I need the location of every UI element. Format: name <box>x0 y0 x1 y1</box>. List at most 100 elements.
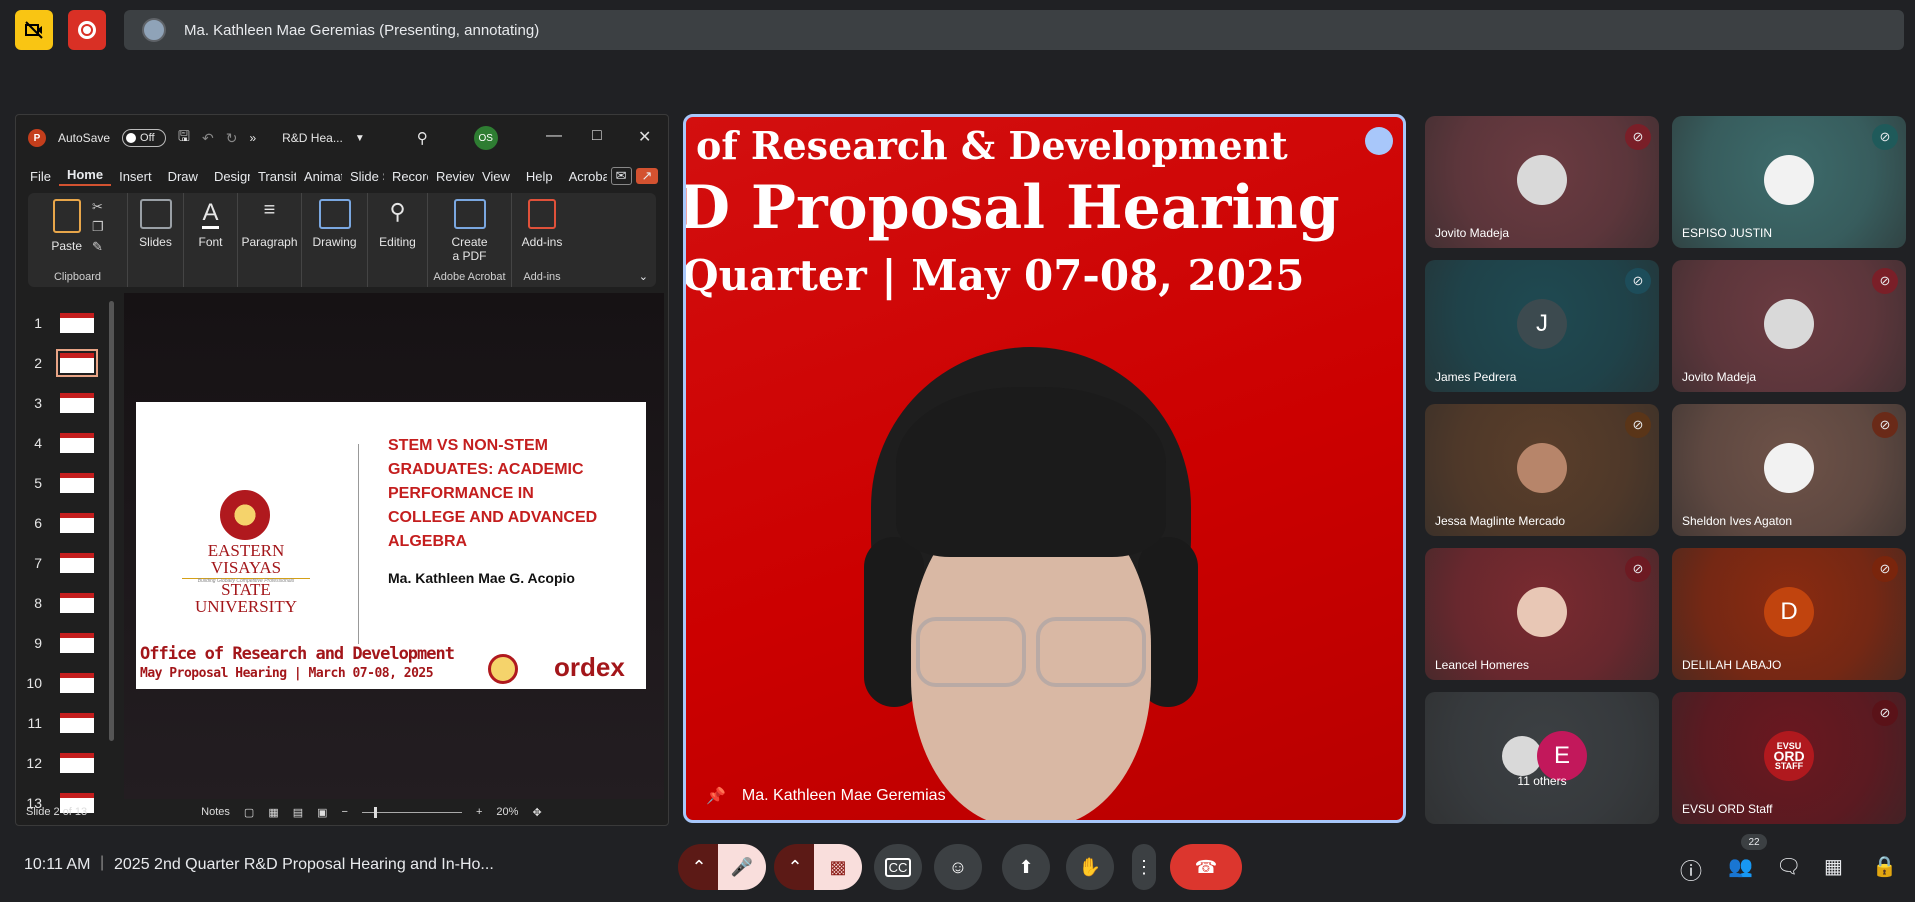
tab-transitions[interactable]: Transitions <box>250 169 296 184</box>
tab-draw[interactable]: Draw <box>160 169 206 184</box>
search-icon[interactable]: ⚲ <box>417 129 428 147</box>
participant-tile[interactable]: ESPISO JUSTIN ⊘ <box>1672 116 1906 248</box>
slide-thumbnail[interactable]: 12 <box>24 753 94 773</box>
info-icon[interactable]: ⓘ <box>1680 854 1702 886</box>
notes-button[interactable]: Notes <box>201 806 230 818</box>
leave-call-button[interactable]: ☎ <box>1170 844 1242 890</box>
tab-design[interactable]: Design <box>206 169 250 184</box>
maximize-icon[interactable]: □ <box>592 127 602 145</box>
participant-tile[interactable]: E 11 others <box>1425 692 1659 824</box>
undo-icon[interactable]: ↶ <box>202 130 214 147</box>
slide-thumbnail[interactable]: 3 <box>24 393 94 413</box>
redo-icon[interactable]: ↻ <box>226 130 238 147</box>
meeting-time: 10:11 AM <box>24 856 91 873</box>
host-controls-icon[interactable]: 🔒 <box>1872 854 1897 879</box>
zoom-slider[interactable] <box>361 806 462 818</box>
fit-slide-icon[interactable]: ✥ <box>532 806 541 819</box>
zoom-level[interactable]: 20% <box>496 806 518 818</box>
tab-animations[interactable]: Animations <box>296 169 342 184</box>
slide-thumbnail[interactable]: 1 <box>24 313 94 333</box>
video-options-button[interactable]: ⌃ <box>774 844 816 890</box>
tab-insert[interactable]: Insert <box>111 169 160 184</box>
slide-thumbnail[interactable]: 7 <box>24 553 94 573</box>
paste-button[interactable]: Paste <box>51 199 82 253</box>
autosave-toggle[interactable]: Off <box>122 129 167 147</box>
participant-tile[interactable]: Jovito Madeja ⊘ <box>1672 260 1906 392</box>
tab-acrobat[interactable]: Acrobat <box>561 169 607 184</box>
ribbon-collapse-icon[interactable]: ⌄ <box>639 270 648 283</box>
more-commands-icon[interactable]: » <box>249 131 256 145</box>
reactions-button[interactable]: ☺ <box>934 844 982 890</box>
mic-toggle-button[interactable]: 🎤 <box>718 844 766 890</box>
slide-thumbnail[interactable]: 11 <box>24 713 94 733</box>
slide-thumbnail[interactable]: 8 <box>24 593 94 613</box>
slide-thumbnail[interactable]: 5 <box>24 473 94 493</box>
presenter-tile[interactable]: of Research & Development D Proposal Hea… <box>683 114 1406 823</box>
presenter-video <box>786 347 1276 820</box>
more-options-button[interactable]: ⋮ <box>1132 844 1156 890</box>
save-icon[interactable]: 🖫 <box>178 126 190 150</box>
share-button[interactable]: ↗ <box>635 168 659 184</box>
create-pdf-button[interactable]: Create a PDF Adobe Acrobat <box>428 193 512 287</box>
presenting-banner[interactable]: Ma. Kathleen Mae Geremias (Presenting, a… <box>124 10 1904 50</box>
normal-view-icon[interactable]: ▢ <box>244 806 254 819</box>
cut-icon[interactable]: ✂ <box>92 199 104 215</box>
participant-tile[interactable]: EVSU ORD STAFF EVSU ORD Staff ⊘ <box>1672 692 1906 824</box>
camera-toggle-button[interactable]: ▩ <box>814 844 862 890</box>
slides-button[interactable]: Slides <box>128 193 184 287</box>
meeting-title: 2025 2nd Quarter R&D Proposal Hearing an… <box>114 856 494 873</box>
slide-thumbnail[interactable]: 9 <box>24 633 94 653</box>
slide-thumbnail[interactable]: 10 <box>24 673 94 693</box>
slide-sorter-icon[interactable]: ▦ <box>268 806 278 819</box>
chevron-down-icon[interactable]: ▼ <box>355 133 365 144</box>
slide-thumbnail-image <box>60 753 94 773</box>
drawing-button[interactable]: Drawing <box>302 193 368 287</box>
minimize-icon[interactable]: — <box>546 127 562 145</box>
slide-thumbnail[interactable]: 2 <box>24 349 98 377</box>
tab-review[interactable]: Review <box>428 169 474 184</box>
current-slide[interactable]: EASTERN VISAYAS STATE UNIVERSITY Buildin… <box>136 402 646 689</box>
participant-tile[interactable]: Jessa Maglinte Mercado ⊘ <box>1425 404 1659 536</box>
zoom-in-icon[interactable]: + <box>476 806 482 818</box>
slide-number: 7 <box>34 555 42 571</box>
slide-thumbnail[interactable]: 6 <box>24 513 94 533</box>
paragraph-icon: ≡ <box>263 199 276 221</box>
participant-tile[interactable]: Leancel Homeres ⊘ <box>1425 548 1659 680</box>
pin-icon[interactable]: 📌 <box>706 786 726 806</box>
font-button[interactable]: A Font <box>184 193 238 287</box>
tab-file[interactable]: File <box>22 169 59 184</box>
tab-record[interactable]: Record <box>384 169 428 184</box>
reading-view-icon[interactable]: ▤ <box>293 806 303 819</box>
copy-icon[interactable]: ❐ <box>92 219 104 235</box>
close-icon[interactable]: ✕ <box>638 127 651 147</box>
zoom-out-icon[interactable]: − <box>342 806 348 818</box>
addins-button[interactable]: Add-ins Add-ins <box>512 193 572 287</box>
people-icon[interactable]: 👥 <box>1728 854 1753 879</box>
participant-tile[interactable]: D DELILAH LABAJO ⊘ <box>1672 548 1906 680</box>
activities-icon[interactable]: ▦ <box>1824 854 1843 879</box>
participant-tile[interactable]: Jovito Madeja ⊘ <box>1425 116 1659 248</box>
slide-thumbnails: 1 2 3 4 5 6 7 8 9 10 11 12 13 <box>16 293 121 813</box>
captions-button[interactable]: CC <box>874 844 922 890</box>
participant-tile[interactable]: Sheldon Ives Agaton ⊘ <box>1672 404 1906 536</box>
raise-hand-button[interactable]: ✋ <box>1066 844 1114 890</box>
slideshow-view-icon[interactable]: ▣ <box>317 806 327 819</box>
user-avatar[interactable]: OS <box>473 126 498 150</box>
slide-thumbnail-image <box>56 349 98 377</box>
format-painter-icon[interactable]: ✎ <box>92 239 104 255</box>
tab-view[interactable]: View <box>474 169 518 184</box>
chat-icon[interactable]: 🗨 <box>1776 854 1801 879</box>
slide-number: 10 <box>26 675 42 691</box>
slide-thumbnail[interactable]: 4 <box>24 433 94 453</box>
tab-slideshow[interactable]: Slide Show <box>342 169 384 184</box>
thumbnail-scrollbar[interactable] <box>109 301 114 741</box>
tab-home[interactable]: Home <box>58 167 112 186</box>
tab-help[interactable]: Help <box>518 169 561 184</box>
comments-icon[interactable]: ✉ <box>610 167 632 185</box>
document-name[interactable]: R&D Hea... <box>282 131 343 145</box>
audio-options-button[interactable]: ⌃ <box>678 844 720 890</box>
present-button[interactable]: ⬆ <box>1002 844 1050 890</box>
participant-tile[interactable]: J James Pedrera ⊘ <box>1425 260 1659 392</box>
paragraph-button[interactable]: ≡ Paragraph <box>238 193 302 287</box>
editing-button[interactable]: ⚲ Editing <box>368 193 428 287</box>
